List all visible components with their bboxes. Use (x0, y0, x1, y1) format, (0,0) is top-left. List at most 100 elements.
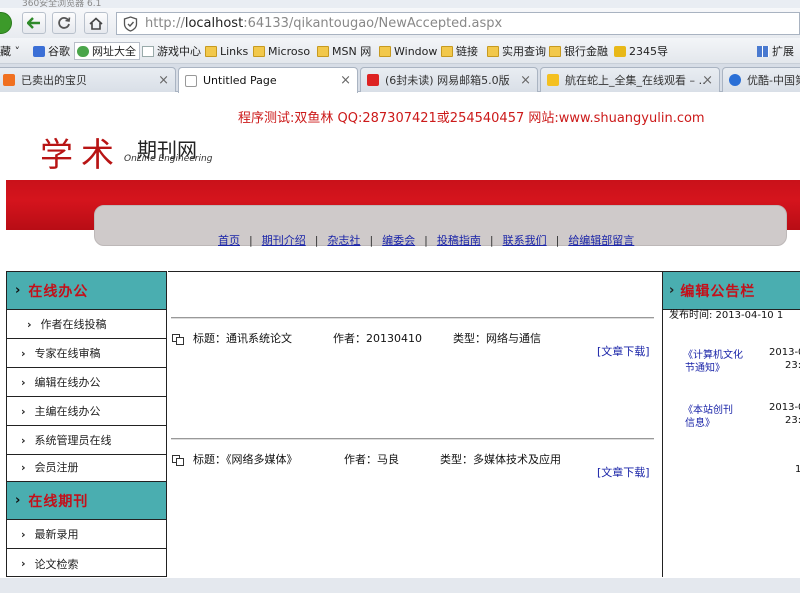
chevron-right-icon: › (21, 346, 26, 360)
nav-editorial-board[interactable]: 编委会 (382, 232, 415, 248)
nav-separator: | (369, 233, 374, 247)
notice-clipped-text: 发布时间: 2013-04-10 1 (669, 310, 784, 321)
url-input[interactable]: http://localhost:64133/qikantougao/NewAc… (116, 12, 800, 35)
chevron-right-icon: › (21, 527, 26, 541)
article-title[interactable]: 标题：《网络多媒体》 (193, 451, 344, 467)
page-icon (142, 45, 154, 57)
address-toolbar: http://localhost:64133/qikantougao/NewAc… (0, 8, 800, 38)
notice-title[interactable]: 信息》 (685, 414, 715, 429)
sidebar-item-paper-search[interactable]: › 论文检索 (7, 549, 166, 578)
nav-leave-message[interactable]: 给编辑部留言 (568, 232, 634, 248)
bookmark-google[interactable]: 谷歌 (33, 42, 70, 60)
bookmark-2345[interactable]: 2345导 (614, 42, 668, 60)
nav-publisher[interactable]: 杂志社 (327, 232, 360, 248)
notice-title[interactable]: 节通知》 (685, 359, 725, 374)
back-arrow-icon (27, 17, 40, 29)
notice-board-header: › 编辑公告栏 (663, 272, 800, 310)
bookmark-game-center[interactable]: 游戏中心 (142, 42, 201, 60)
home-button[interactable] (84, 12, 108, 34)
extensions-button[interactable]: 扩展 (757, 42, 794, 60)
main-content: 标题：通讯系统论文 作者：20130410 类型：网络与通信 [文章下载] 标题：《… (168, 271, 662, 577)
site-2345-icon (614, 45, 626, 57)
browser-logo-icon[interactable] (0, 12, 12, 34)
notice-date: 2013-0 (769, 402, 800, 413)
nav-separator: | (555, 233, 560, 247)
sidebar-item-latest-accepted[interactable]: › 最新录用 (7, 520, 166, 549)
sidebar-section-online-office: › 在线办公 (7, 272, 166, 310)
nav-site-icon (77, 45, 89, 57)
tab-youku[interactable]: 优酷-中国第 (722, 67, 800, 92)
folder-icon (253, 45, 265, 57)
tab-sold-items[interactable]: 已卖出的宝贝 × (0, 67, 176, 92)
tab-video[interactable]: 航在蛇上_全集_在线观看 – … × (540, 67, 720, 92)
folder-icon (487, 45, 499, 57)
close-icon[interactable]: × (340, 73, 351, 88)
notice-clipped-text: 1 (795, 464, 800, 475)
sidebar-item-member-register[interactable]: › 会员注册 (7, 453, 166, 482)
page-icon (185, 74, 197, 87)
sidebar-item-expert-review[interactable]: › 专家在线审稿 (7, 339, 166, 368)
bookmark-nav-sites[interactable]: 网址大全 (74, 42, 140, 60)
grid-icon (757, 45, 769, 57)
article-row: 标题：通讯系统论文 作者：20130410 类型：网络与通信 (172, 330, 541, 346)
document-icon (172, 333, 185, 345)
divider (171, 438, 654, 440)
status-bar (0, 578, 800, 593)
chevron-right-icon: › (27, 317, 32, 331)
folder-icon (379, 45, 391, 57)
sohu-icon (547, 74, 559, 86)
bookmark-folder-msn[interactable]: MSN 网 (317, 42, 371, 60)
article-type: 类型：多媒体技术及应用 (440, 453, 561, 466)
article-title[interactable]: 标题：通讯系统论文 (193, 330, 333, 346)
bookmark-folder-windows[interactable]: Window (379, 42, 437, 60)
chevron-right-icon: › (21, 404, 26, 418)
article-author: 作者：马良 (344, 453, 399, 466)
notice-time: 23:4 (785, 415, 800, 426)
tab-netease-mail[interactable]: (6封未读) 网易邮箱5.0版 × (360, 67, 538, 92)
folder-icon (205, 45, 217, 57)
nav-contact-us[interactable]: 联系我们 (503, 232, 547, 248)
mail-icon (367, 74, 379, 86)
close-icon[interactable]: × (520, 73, 531, 88)
bookmark-folder-links-cn[interactable]: 链接 (441, 42, 478, 60)
site-logo-xueshu: 学术 (40, 135, 122, 174)
nav-home[interactable]: 首页 (218, 232, 240, 248)
nav-separator: | (424, 233, 428, 247)
tab-strip: 已卖出的宝贝 × Untitled Page × (6封未读) 网易邮箱5.0版… (0, 64, 800, 93)
article-row: 标题：《网络多媒体》 作者：马良 类型：多媒体技术及应用 (172, 451, 561, 467)
left-sidebar: › 在线办公 › 作者在线投稿 › 专家在线审稿 › 编辑在线办公 › 主编在线办公 ›… (6, 271, 167, 577)
refresh-button[interactable] (52, 12, 76, 34)
bookmark-folder-tools[interactable]: 实用查询 (487, 42, 546, 60)
notice-date: 2013-0 (769, 347, 800, 358)
notice-time: 23:4 (785, 360, 800, 371)
sidebar-item-chief-editor-office[interactable]: › 主编在线办公 (7, 397, 166, 426)
right-sidebar: › 编辑公告栏 发布时间: 2013-04-10 1 《计算机文化 节通知》 2… (662, 271, 800, 577)
security-shield-icon (123, 16, 138, 32)
sidebar-section-online-journal: › 在线期刊 (7, 482, 166, 520)
sidebar-item-admin-online[interactable]: › 系统管理员在线 (7, 426, 166, 455)
bookmark-folder-bank[interactable]: 银行金融 (549, 42, 608, 60)
site-logo-subtitle: OnLine Engineering (124, 154, 213, 164)
divider (171, 317, 654, 319)
favorites-menu[interactable]: 藏 ˅ (0, 42, 20, 60)
back-button[interactable] (22, 12, 46, 34)
folder-icon (549, 45, 561, 57)
bookmark-folder-microsoft[interactable]: Microso (253, 42, 310, 60)
article-type: 类型：网络与通信 (453, 332, 541, 345)
sidebar-item-editor-office[interactable]: › 编辑在线办公 (7, 368, 166, 397)
nav-journal-intro[interactable]: 期刊介绍 (262, 232, 306, 248)
nav-separator: | (314, 233, 319, 247)
close-icon[interactable]: × (702, 73, 713, 88)
nav-separator: | (489, 233, 494, 247)
close-icon[interactable]: × (158, 73, 169, 88)
tab-untitled-page[interactable]: Untitled Page × (178, 67, 358, 93)
sidebar-item-author-submit[interactable]: › 作者在线投稿 (7, 310, 166, 339)
nav-separator: | (249, 233, 253, 247)
article-download-link[interactable]: [文章下载] (597, 343, 650, 359)
article-download-link[interactable]: [文章下载] (597, 464, 650, 480)
nav-submission-guide[interactable]: 投稿指南 (437, 232, 481, 248)
bookmark-folder-links[interactable]: Links (205, 42, 248, 60)
google-icon (33, 45, 45, 57)
refresh-icon (58, 17, 71, 29)
test-notice: 程序测试:双鱼林 QQ:287307421或254540457 网站:www.s… (238, 111, 705, 126)
